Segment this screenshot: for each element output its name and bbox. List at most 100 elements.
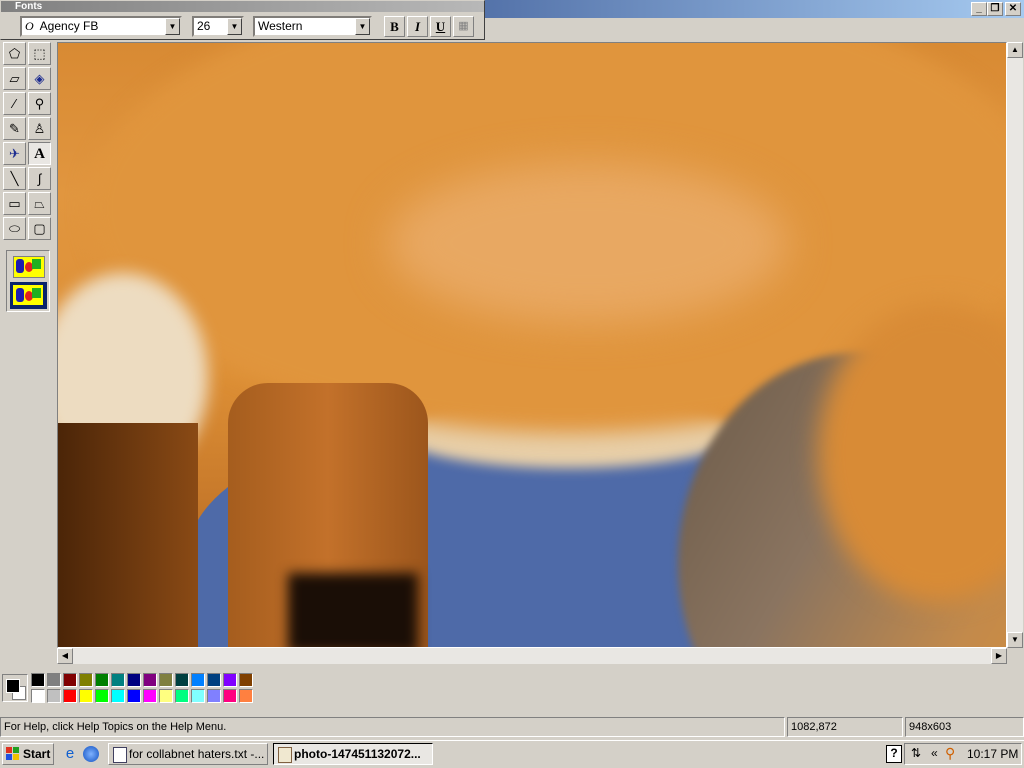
palette-swatch[interactable]	[191, 689, 205, 703]
taskbar-button-label: photo-147451132072...	[294, 747, 421, 761]
underline-button[interactable]: U	[430, 16, 451, 37]
scroll-left-button[interactable]: ◀	[57, 648, 73, 664]
vertical-text-button[interactable]: ▦	[453, 16, 474, 37]
palette-swatch[interactable]	[31, 689, 45, 703]
start-button[interactable]: Start	[2, 743, 54, 765]
scroll-up-button[interactable]: ▲	[1007, 42, 1023, 58]
minimize-button[interactable]: _	[971, 2, 987, 16]
search-icon[interactable]: ⚲	[945, 745, 955, 762]
help-icon[interactable]: ?	[886, 745, 902, 763]
bold-button[interactable]: B	[384, 16, 405, 37]
tool-button-rounded-rect[interactable]: ▢	[28, 217, 51, 240]
tool-button-line[interactable]: ╲	[3, 167, 26, 190]
palette-swatch[interactable]	[143, 673, 157, 687]
fox-photo[interactable]	[58, 43, 1006, 647]
chevron-down-icon[interactable]: ▼	[227, 18, 242, 35]
tray-expand-chevron[interactable]: «	[931, 746, 938, 760]
toolbox: ⬠ ⬚ ▱ ◈ ⁄ ⚲ ✎ ♙ ✈ A ╲ ∫ ▭ ⏢ ⬭ ▢	[2, 42, 54, 314]
status-help-text: For Help, click Help Topics on the Help …	[0, 717, 785, 737]
script-combo[interactable]: Western ▼	[253, 16, 372, 37]
palette-swatch[interactable]	[79, 689, 93, 703]
tool-button-color-picker[interactable]: ⁄	[3, 92, 26, 115]
opaque-option[interactable]	[11, 254, 45, 278]
tool-button-eraser[interactable]: ▱	[3, 67, 26, 90]
tool-button-fill-bucket[interactable]: ◈	[28, 67, 51, 90]
transparent-option[interactable]	[10, 282, 47, 309]
palette-swatch[interactable]	[63, 689, 77, 703]
vertical-text-icon: ▦	[458, 20, 469, 32]
outlook-express-icon[interactable]	[83, 746, 99, 762]
palette-swatch[interactable]	[239, 673, 253, 687]
opaque-shape-c	[32, 259, 41, 269]
brush-icon: ♙	[33, 121, 46, 136]
palette-swatch[interactable]	[223, 673, 237, 687]
tool-button-ellipse[interactable]: ⬭	[3, 217, 26, 240]
restore-button[interactable]: ❐	[987, 2, 1003, 16]
scroll-down-button[interactable]: ▼	[1007, 632, 1023, 648]
palette-swatch[interactable]	[95, 689, 109, 703]
tool-button-polygon[interactable]: ⏢	[28, 192, 51, 215]
pencil-icon: ✎	[9, 121, 20, 136]
tool-button-rectangle[interactable]: ▭	[3, 192, 26, 215]
arrow-up-icon: ▲	[1011, 45, 1019, 54]
horizontal-scrollbar[interactable]: ◀ ▶	[57, 648, 1007, 664]
rectangle-icon: ▭	[8, 196, 21, 211]
tool-button-pencil[interactable]: ✎	[3, 117, 26, 140]
front-leg-dark	[288, 573, 418, 647]
palette-swatch[interactable]	[63, 673, 77, 687]
tool-button-rect-select[interactable]: ⬚	[28, 42, 51, 65]
palette-swatch[interactable]	[127, 673, 141, 687]
palette-swatch[interactable]	[79, 673, 93, 687]
fonts-toolbar-title[interactable]: Fonts	[1, 1, 484, 12]
palette-swatch[interactable]	[111, 673, 125, 687]
taskbar-button-paint[interactable]: photo-147451132072...	[273, 743, 433, 765]
status-bar: For Help, click Help Topics on the Help …	[0, 717, 1024, 738]
palette-swatch[interactable]	[47, 673, 61, 687]
palette-swatch[interactable]	[159, 689, 173, 703]
palette-swatch[interactable]	[159, 673, 173, 687]
start-label: Start	[23, 747, 51, 761]
palette-swatch[interactable]	[143, 689, 157, 703]
font-size-combo[interactable]: 26 ▼	[192, 16, 244, 37]
tool-button-magnifier[interactable]: ⚲	[28, 92, 51, 115]
close-button[interactable]: ✕	[1005, 2, 1021, 16]
free-form-select-icon: ⬠	[8, 46, 21, 61]
canvas-area[interactable]	[57, 42, 1007, 648]
palette-swatch[interactable]	[127, 689, 141, 703]
palette-swatch[interactable]	[31, 673, 45, 687]
scroll-right-button[interactable]: ▶	[991, 648, 1007, 664]
palette-swatch[interactable]	[95, 673, 109, 687]
palette-swatch[interactable]	[191, 673, 205, 687]
palette-swatch[interactable]	[207, 673, 221, 687]
tool-button-free-form-select[interactable]: ⬠	[3, 42, 26, 65]
vertical-scrollbar[interactable]: ▲ ▼	[1007, 42, 1023, 648]
tool-button-brush[interactable]: ♙	[28, 117, 51, 140]
notepad-icon	[113, 747, 127, 763]
arrow-right-icon: ▶	[995, 651, 1003, 660]
palette-swatch[interactable]	[111, 689, 125, 703]
polygon-icon: ⏢	[34, 196, 45, 211]
chevron-down-icon[interactable]: ▼	[355, 18, 370, 35]
italic-button[interactable]: I	[407, 16, 428, 37]
palette-swatch[interactable]	[239, 689, 253, 703]
arrow-down-icon: ▼	[1011, 635, 1019, 644]
current-colors	[2, 674, 28, 702]
chevron-down-icon[interactable]: ▼	[165, 18, 180, 35]
palette-swatch[interactable]	[175, 689, 189, 703]
opaque-shape-a	[16, 259, 24, 273]
tool-button-airbrush[interactable]: ✈	[3, 142, 26, 165]
font-name-combo[interactable]: O Agency FB ▼	[20, 16, 182, 37]
network-icon[interactable]: ⇅	[911, 746, 921, 760]
palette-swatch[interactable]	[175, 673, 189, 687]
palette-swatch[interactable]	[223, 689, 237, 703]
ie-icon[interactable]: e	[62, 746, 78, 762]
taskbar-button-notepad[interactable]: for collabnet haters.txt -...	[108, 743, 268, 765]
text-icon: A	[34, 146, 45, 162]
tool-button-curve[interactable]: ∫	[28, 167, 51, 190]
ellipse-icon: ⬭	[8, 221, 21, 236]
tool-button-text[interactable]: A	[28, 142, 51, 165]
paint-icon	[278, 747, 292, 763]
palette-swatch[interactable]	[47, 689, 61, 703]
palette-swatch[interactable]	[207, 689, 221, 703]
primary-color[interactable]	[6, 679, 20, 693]
